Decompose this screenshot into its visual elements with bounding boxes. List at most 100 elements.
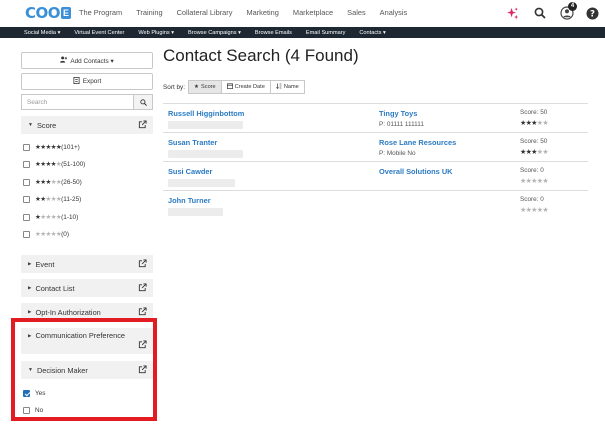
external-link-icon[interactable] (138, 259, 147, 270)
star-rating-icon: ★★★★★ (520, 149, 548, 156)
subnav-browse-campaigns[interactable]: Browse Campaigns ▾ (188, 30, 241, 36)
external-link-icon[interactable] (138, 283, 147, 294)
checkbox[interactable] (23, 178, 30, 186)
star-rating-icon: ★★★★★ (35, 231, 62, 238)
event-filter-header[interactable]: ▶ Event (21, 255, 153, 273)
subnav-email-summary[interactable]: Email Summary (306, 30, 345, 36)
score-text: Score: 50 (520, 109, 548, 116)
checkbox[interactable] (23, 143, 30, 151)
checkbox[interactable] (23, 195, 30, 203)
redacted-detail (168, 150, 243, 158)
sort-score-button[interactable]: ★ Score (188, 80, 222, 94)
checkbox[interactable] (23, 230, 30, 238)
nav-analysis[interactable]: Analysis (380, 8, 408, 17)
subnav-virtual-event-center[interactable]: Virtual Event Center (74, 30, 124, 36)
opt-in-filter-label: Opt-In Authorization (35, 307, 101, 317)
subnav-contacts[interactable]: Contacts ▾ (359, 30, 385, 36)
external-link-icon[interactable] (138, 120, 147, 131)
caret-right-icon: ▶ (28, 261, 32, 266)
nav-marketing[interactable]: Marketing (246, 8, 278, 17)
contact-row: Russell Higginbottom Tingy Toys P: 01111… (163, 103, 588, 132)
phone-text: P: Mobile No (379, 150, 416, 157)
calendar-icon (226, 83, 233, 91)
export-icon (73, 77, 80, 86)
score-filter-header[interactable]: ▼ Score (21, 116, 153, 134)
contact-row: John Turner Score: 0 ★★★★★ (163, 190, 588, 219)
sort-name-button[interactable]: Name (270, 80, 305, 94)
score-option-label: (101+) (61, 143, 80, 151)
score-option-51-100[interactable]: ★★★★★ (51-100) (23, 158, 85, 170)
score-option-label: (0) (61, 230, 69, 238)
subnav-browse-emails[interactable]: Browse Emails (255, 30, 292, 36)
caret-down-icon: ▼ (28, 122, 33, 128)
score-option-label: (26-50) (61, 178, 82, 186)
sort-create-date-button[interactable]: Create Date (221, 80, 271, 94)
redacted-detail (168, 179, 235, 187)
external-link-icon[interactable] (138, 307, 147, 318)
contact-row: Susan Tranter Rose Lane Resources P: Mob… (163, 132, 588, 161)
nav-marketplace[interactable]: Marketplace (293, 8, 333, 17)
help-icon[interactable]: ? (582, 3, 602, 23)
sparkle-icon[interactable] (502, 3, 522, 23)
sort-create-date-label: Create Date (234, 84, 265, 90)
user-plus-icon (60, 56, 68, 65)
caret-right-icon: ▶ (28, 285, 32, 290)
top-header: COO E The Program Training Collateral Lib… (0, 0, 605, 26)
checkbox[interactable] (23, 160, 30, 168)
contact-name-link[interactable]: Susan Tranter (168, 138, 217, 147)
svg-text:?: ? (590, 9, 595, 19)
star-rating-icon: ★★★★★ (520, 120, 548, 127)
contact-name-link[interactable]: Russell Higginbottom (168, 109, 244, 118)
contact-list-filter-label: Contact List (35, 283, 75, 293)
score-option-label: (11-25) (61, 195, 82, 203)
logo-text: COO (25, 4, 61, 22)
nav-the-program[interactable]: The Program (79, 8, 122, 17)
search-icon[interactable] (530, 3, 550, 23)
sort-label: Sort by: (163, 83, 186, 91)
nav-sales[interactable]: Sales (347, 8, 366, 17)
score-option-11-25[interactable]: ★★★★★ (11-25) (23, 193, 81, 205)
nav-training[interactable]: Training (136, 8, 162, 17)
brand-logo[interactable]: COO E (25, 4, 72, 22)
checkbox[interactable] (23, 213, 30, 221)
main-nav: The Program Training Collateral Library … (79, 8, 421, 17)
nav-collateral-library[interactable]: Collateral Library (177, 8, 233, 17)
search-icon (139, 98, 147, 106)
star-rating-icon: ★★★★★ (520, 207, 548, 214)
score-text: Score: 0 (520, 196, 544, 203)
add-contacts-button[interactable]: Add Contacts ▾ (21, 52, 153, 69)
subnav-web-plugins[interactable]: Web Plugins ▾ (138, 30, 174, 36)
secondary-nav: Social Media ▾ Virtual Event Center Web … (0, 27, 605, 38)
top-icons: 4 ? (500, 2, 605, 23)
user-notifications-icon[interactable]: 4 (557, 2, 577, 23)
sort-name-label: Name (283, 84, 299, 90)
filter-sidebar: Add Contacts ▾ Export (21, 52, 153, 110)
contact-name-link[interactable]: John Turner (168, 196, 211, 205)
phone-text: P: 01111 111111 (379, 121, 424, 128)
score-option-label: (51-100) (61, 160, 86, 168)
score-text: Score: 0 (520, 167, 544, 174)
contact-search (21, 94, 153, 110)
notification-badge: 4 (568, 2, 577, 11)
logo-badge: E (61, 7, 72, 19)
export-label: Export (82, 78, 102, 85)
sort-score-label: Score (201, 84, 216, 90)
company-link[interactable]: Rose Lane Resources (379, 138, 456, 147)
subnav-social-media[interactable]: Social Media ▾ (24, 30, 60, 36)
score-option-0[interactable]: ★★★★★ (0) (23, 228, 69, 240)
score-filter-label: Score (36, 120, 57, 130)
export-button[interactable]: Export (21, 73, 153, 90)
star-rating-icon: ★★★★★ (35, 161, 62, 168)
company-link[interactable]: Tingy Toys (379, 109, 417, 118)
score-option-26-50[interactable]: ★★★★★ (26-50) (23, 176, 82, 188)
search-button[interactable] (133, 94, 153, 110)
add-contacts-label: Add Contacts ▾ (70, 57, 114, 65)
search-input[interactable] (21, 94, 133, 110)
event-filter-label: Event (35, 259, 55, 269)
contact-list-filter-header[interactable]: ▶ Contact List (21, 279, 153, 297)
contact-name-link[interactable]: Susi Cawder (168, 167, 212, 176)
score-option-1-10[interactable]: ★★★★★ (1-10) (23, 211, 78, 223)
score-option-101-plus[interactable]: ★★★★★ (101+) (23, 141, 80, 153)
star-icon: ★ (194, 84, 200, 90)
company-link[interactable]: Overall Solutions UK (379, 167, 453, 176)
